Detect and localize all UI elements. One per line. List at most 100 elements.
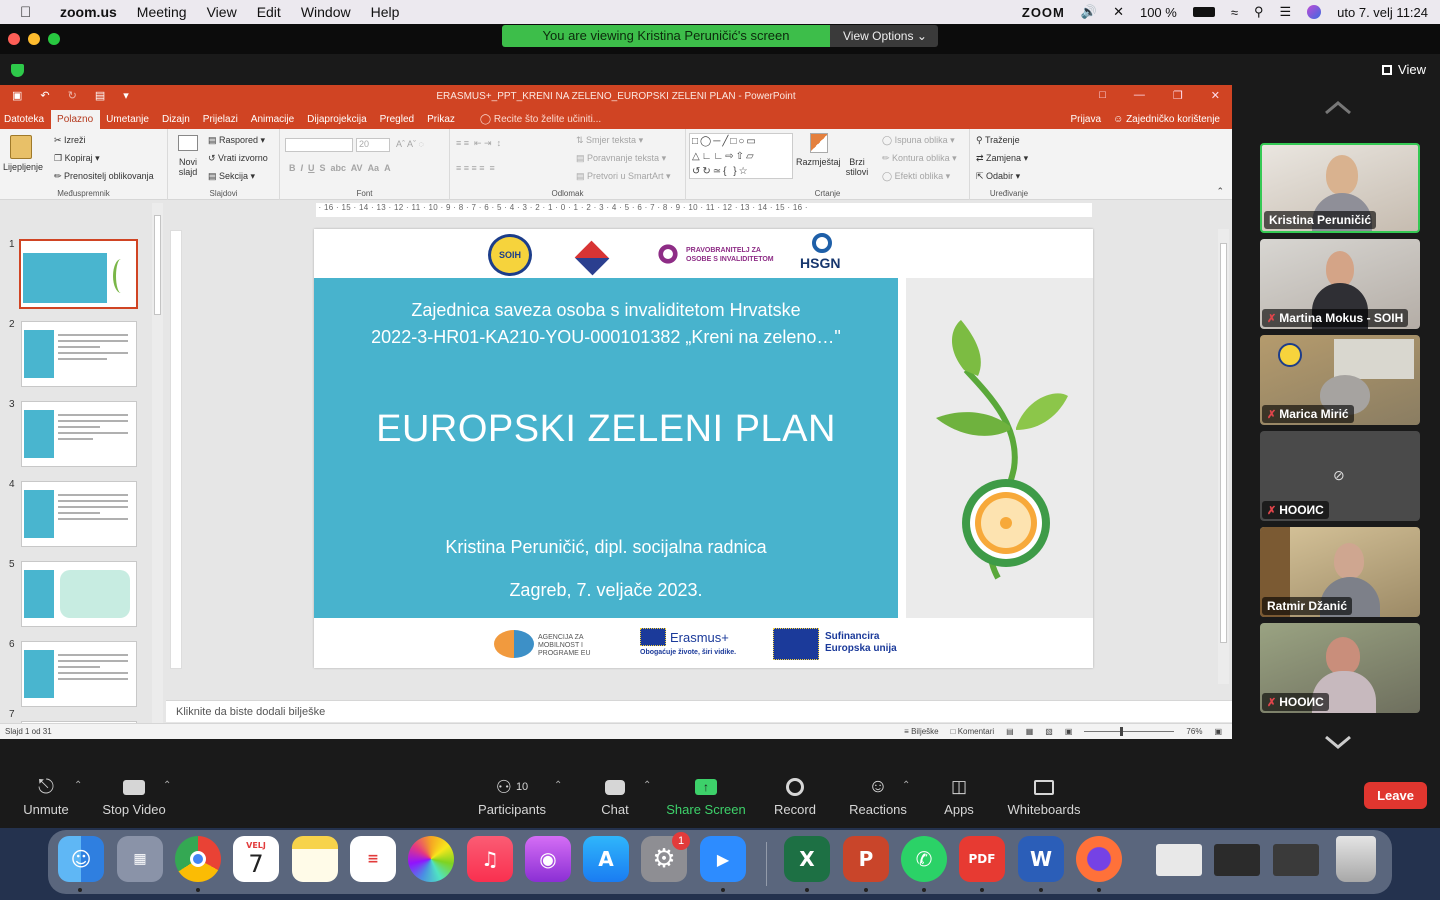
tab-prikaz[interactable]: Prikaz <box>421 110 462 129</box>
section-button[interactable]: ▤ Sekcija ▾ <box>208 171 255 182</box>
comments-toggle[interactable]: □ Komentari <box>951 727 995 736</box>
share-button[interactable]: ☺ Zajedničko korištenje <box>1113 114 1220 125</box>
zoom-slider[interactable] <box>1084 727 1175 736</box>
ppt-minimize-icon[interactable]: — <box>1134 89 1145 102</box>
notes-app-icon[interactable] <box>292 836 338 882</box>
find-button[interactable]: ⚲ Traženje <box>976 135 1020 146</box>
arrange-icon[interactable] <box>810 133 828 153</box>
layout-button[interactable]: ▤ Raspored ▾ <box>208 135 265 146</box>
select-button[interactable]: ⇱ Odabir ▾ <box>976 171 1020 182</box>
smartart-button[interactable]: ▤ Pretvori u SmartArt ▾ <box>576 171 671 182</box>
tab-animacije[interactable]: Animacije <box>245 110 301 129</box>
participants-button[interactable]: ⚇ 10 Participants <box>476 776 548 818</box>
slide-thumbnail-1[interactable] <box>19 239 138 309</box>
paste-icon[interactable] <box>10 135 32 159</box>
music-icon[interactable]: ♫ <box>467 836 513 882</box>
menu-meeting[interactable]: Meeting <box>137 4 187 20</box>
menu-view[interactable]: View <box>207 4 237 20</box>
participant-tile[interactable]: Kristina Peruničić <box>1260 143 1420 233</box>
font-name-input[interactable] <box>285 138 353 152</box>
ppt-restore-icon[interactable]: ❐ <box>1173 89 1183 102</box>
arrange-button[interactable]: Razmještaj <box>796 157 841 167</box>
slideshow-view-icon[interactable]: ▣ <box>1065 727 1073 736</box>
zoom-level[interactable]: 76% <box>1186 727 1202 736</box>
battery-icon[interactable] <box>1192 7 1215 17</box>
font-size-input[interactable]: 20 <box>356 138 390 152</box>
tab-dijaprojekcija[interactable]: Dijaprojekcija <box>301 110 373 129</box>
chat-options-caret[interactable]: ⌃ <box>643 780 651 791</box>
fit-slide-icon[interactable]: ▣ <box>1214 727 1222 736</box>
notes-toggle[interactable]: ≡ Bilješke <box>904 727 938 736</box>
control-center-icon[interactable]: ☰ <box>1280 4 1292 20</box>
minimized-window-icon[interactable] <box>1273 844 1319 876</box>
apple-icon[interactable]:  <box>20 4 38 21</box>
chat-button[interactable]: Chat <box>598 776 632 817</box>
close-window-button[interactable] <box>8 33 20 45</box>
text-direction-button[interactable]: ⇅ Smjer teksta ▾ <box>576 135 643 146</box>
tab-prijelazi[interactable]: Prijelazi <box>197 110 245 129</box>
share-screen-button[interactable]: ↑ Share Screen <box>666 776 746 817</box>
word-icon[interactable]: W <box>1018 836 1064 882</box>
collapse-ribbon-icon[interactable]: ⌃ <box>1216 186 1224 197</box>
unmute-button[interactable]: ⎋ Unmute <box>22 776 70 818</box>
ribbon-display-icon[interactable]: □ <box>1099 89 1106 102</box>
chevron-up-icon[interactable] <box>1324 101 1352 115</box>
align-buttons[interactable]: ≡ ≡ ≡ ≡ ≡ <box>456 163 495 173</box>
new-slide-button[interactable]: Novi slajd <box>176 157 200 177</box>
participants-options-caret[interactable]: ⌃ <box>554 780 562 791</box>
tab-polazno[interactable]: Polazno <box>51 110 101 129</box>
notes-pane[interactable]: Kliknite da biste dodali bilješke <box>166 700 1232 722</box>
whatsapp-icon[interactable]: ✆ <box>901 836 947 882</box>
menu-help[interactable]: Help <box>371 4 400 20</box>
replace-button[interactable]: ⇄ Zamjena ▾ <box>976 153 1028 164</box>
signin-link[interactable]: Prijava <box>1070 114 1101 125</box>
wifi-icon[interactable]: ≈ <box>1231 5 1238 20</box>
reminders-icon[interactable]: ≡ <box>350 836 396 882</box>
menu-edit[interactable]: Edit <box>257 4 281 20</box>
copy-button[interactable]: ❐ Kopiraj ▾ <box>54 153 100 164</box>
reading-view-icon[interactable]: ▧ <box>1045 727 1053 736</box>
clock[interactable]: uto 7. velj 11:24 <box>1337 5 1428 20</box>
calendar-icon[interactable]: VELJ 7 <box>233 836 279 882</box>
shared-screen-powerpoint[interactable]: ▣ ↶ ↻ ▤ ▾ ERASMUS+_PPT_KRENI NA ZELENO_E… <box>0 85 1232 739</box>
video-options-caret[interactable]: ⌃ <box>163 780 171 791</box>
reactions-button[interactable]: ☺ Reactions <box>848 776 908 817</box>
sorter-view-icon[interactable]: ▦ <box>1026 727 1034 736</box>
font-format-buttons[interactable]: B I U S abc AV Aa A <box>289 163 391 173</box>
shape-outline-button[interactable]: ✏ Kontura oblika ▾ <box>882 153 957 164</box>
podcasts-icon[interactable]: ◉ <box>525 836 571 882</box>
siri-icon[interactable] <box>1307 5 1322 19</box>
tell-me-input[interactable]: ◯ Recite što želite učiniti... <box>474 110 607 129</box>
excel-icon[interactable]: X <box>784 836 830 882</box>
participant-tile[interactable]: Ratmir Džanić <box>1260 527 1420 617</box>
paste-button[interactable]: Lijepljenje <box>3 162 43 172</box>
spotlight-icon[interactable]: ⚲ <box>1254 4 1264 20</box>
security-shield-icon[interactable] <box>11 64 24 77</box>
tab-dizajn[interactable]: Dizajn <box>156 110 197 129</box>
trash-icon[interactable] <box>1336 836 1376 882</box>
format-painter-button[interactable]: ✏ Prenositelj oblikovanja <box>54 171 154 182</box>
cut-button[interactable]: ✂ Izreži <box>54 135 86 146</box>
record-button[interactable]: Record <box>772 776 818 817</box>
list-buttons[interactable]: ≡ ≡ ⇤ ⇥ ↕ <box>456 138 501 149</box>
slide-thumbnail-4[interactable] <box>21 481 137 547</box>
shape-effects-button[interactable]: ◯ Efekti oblika ▾ <box>882 171 950 182</box>
participant-tile[interactable]: ✗ Martina Mokus - SOIH <box>1260 239 1420 329</box>
ppt-close-icon[interactable]: ✕ <box>1211 89 1220 102</box>
minimized-window-icon[interactable] <box>1214 844 1260 876</box>
participant-tile[interactable]: ✗ Marica Mirić <box>1260 335 1420 425</box>
slide-thumbnail-3[interactable] <box>21 401 137 467</box>
menu-window[interactable]: Window <box>301 4 351 20</box>
stop-video-button[interactable]: Stop Video <box>102 776 166 817</box>
tab-umetanje[interactable]: Umetanje <box>100 110 156 129</box>
volume-icon[interactable]: 🔊 <box>1081 4 1097 20</box>
audio-options-caret[interactable]: ⌃ <box>74 780 82 791</box>
zoom-app-icon[interactable]: ▶ <box>700 836 746 882</box>
slide-thumbnail-2[interactable] <box>21 321 137 387</box>
view-layout-button[interactable]: View <box>1382 62 1426 77</box>
apps-button[interactable]: ◫ Apps <box>942 776 976 817</box>
bluetooth-icon[interactable]: ✕ <box>1113 4 1124 20</box>
view-options-button[interactable]: View Options ⌄ <box>830 25 938 47</box>
normal-view-icon[interactable]: ▤ <box>1006 727 1014 736</box>
current-slide[interactable]: SOIH PRAVOBRANITELJ ZA OSOBE S INVALIDIT… <box>314 229 1093 668</box>
